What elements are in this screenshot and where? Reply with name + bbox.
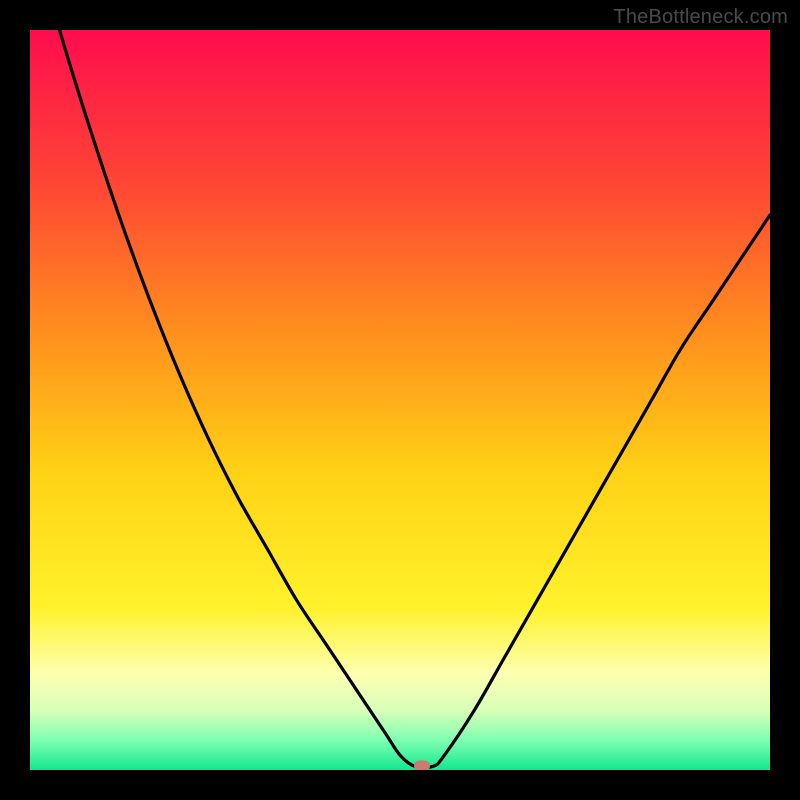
- plot-area: [30, 30, 770, 770]
- chart-outer-frame: TheBottleneck.com: [0, 0, 800, 800]
- watermark-text: TheBottleneck.com: [613, 6, 788, 29]
- bottleneck-curve: [30, 30, 770, 770]
- optimum-marker: [414, 760, 430, 770]
